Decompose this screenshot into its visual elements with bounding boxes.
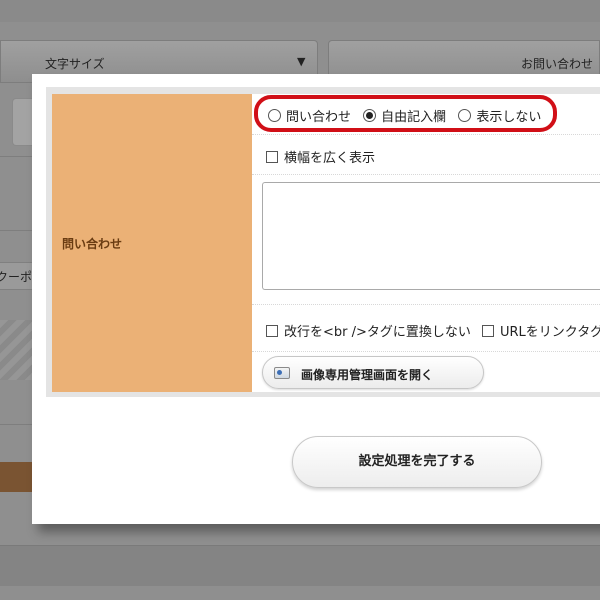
display-mode-radio-group: 問い合わせ 自由記入欄 表示しない <box>268 106 549 126</box>
url-link-checkbox[interactable]: URLをリンクタグ <box>482 321 600 340</box>
radio-inquiry-label: 問い合わせ <box>286 110 352 125</box>
complete-settings-button[interactable]: 設定処理を完了する <box>292 436 542 488</box>
wide-display-label: 横幅を広く表示 <box>284 151 376 166</box>
settings-modal: 問い合わせ 問い合わせ 自由記入欄 表示しない 横幅を広く表示 改行を<br /… <box>32 74 600 524</box>
background-top-bar <box>0 0 600 22</box>
wide-display-checkbox[interactable]: 横幅を広く表示 <box>266 147 375 166</box>
coupon-text: クーポ <box>0 270 33 284</box>
background-bottom-bar <box>0 545 600 586</box>
radio-hide-label: 表示しない <box>476 110 542 125</box>
radio-circle-icon[interactable] <box>458 109 472 122</box>
form-table: 問い合わせ 問い合わせ 自由記入欄 表示しない 横幅を広く表示 改行を<br /… <box>46 87 600 397</box>
contact-label: お問い合わせ <box>521 57 594 71</box>
image-icon <box>274 367 290 379</box>
radio-inquiry[interactable]: 問い合わせ <box>268 106 351 125</box>
radio-free-entry[interactable]: 自由記入欄 <box>363 106 446 125</box>
open-image-manager-label: 画像専用管理画面を開く <box>301 368 434 382</box>
background-button <box>12 98 33 146</box>
background-divider <box>0 156 32 157</box>
no-br-checkbox[interactable]: 改行を<br />タグに置換しない <box>266 321 471 340</box>
background-divider <box>0 424 32 425</box>
caret-down-icon: ▼ <box>297 55 306 68</box>
radio-circle-icon[interactable] <box>268 109 281 122</box>
radio-circle-checked-icon[interactable] <box>363 109 377 122</box>
url-link-label: URLをリンクタグ <box>500 325 600 340</box>
radio-free-entry-label: 自由記入欄 <box>381 110 447 125</box>
radio-hide[interactable]: 表示しない <box>458 106 541 125</box>
field-content-cell: 問い合わせ 自由記入欄 表示しない 横幅を広く表示 改行を<br />タグに置換… <box>252 94 600 392</box>
free-entry-textarea[interactable] <box>262 182 600 290</box>
wide-display-row: 横幅を広く表示 <box>252 134 600 175</box>
background-divider <box>0 230 32 231</box>
background-striped-area <box>0 320 32 380</box>
coupon-tab: クーポ <box>0 262 33 290</box>
field-label-cell: 問い合わせ <box>52 94 252 392</box>
background-brown-bar <box>0 462 32 492</box>
text-options-row: 改行を<br />タグに置換しない URLをリンクタグ <box>252 304 600 352</box>
field-label: 問い合わせ <box>62 237 123 251</box>
open-image-manager-button[interactable]: 画像専用管理画面を開く <box>262 356 484 389</box>
checkbox-icon[interactable] <box>266 150 278 163</box>
no-br-label: 改行を<br />タグに置換しない <box>284 325 471 340</box>
checkbox-icon[interactable] <box>266 324 278 337</box>
display-mode-row: 問い合わせ 自由記入欄 表示しない <box>252 94 600 135</box>
font-size-label: 文字サイズ <box>45 57 105 71</box>
checkbox-icon[interactable] <box>482 324 494 337</box>
